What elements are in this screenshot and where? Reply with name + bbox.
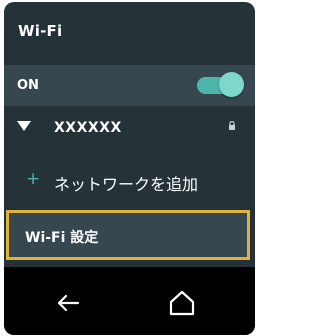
wifi-settings-screen: Wi-Fi ON XXXXXX + ネットワークを追加 Wi-Fi 設定: [4, 2, 255, 335]
add-network-button[interactable]: + ネットワークを追加: [4, 160, 255, 200]
wifi-toggle-switch[interactable]: [197, 71, 244, 99]
add-network-label: ネットワークを追加: [54, 175, 199, 194]
wifi-settings-label: Wi-Fi 設定: [25, 230, 99, 246]
screen: Wi-Fi ON XXXXXX + ネットワークを追加 Wi-Fi 設定: [0, 0, 259, 336]
page-title: Wi-Fi: [18, 22, 63, 40]
toggle-thumb: [219, 72, 244, 97]
add-icon: +: [26, 169, 41, 189]
wifi-toggle-bar[interactable]: ON: [4, 65, 255, 106]
navigation-bar: [4, 267, 255, 335]
network-list-item[interactable]: XXXXXX: [4, 111, 255, 145]
wifi-signal-icon: [17, 121, 31, 131]
lock-icon: [229, 121, 235, 130]
wifi-settings-button[interactable]: Wi-Fi 設定: [6, 210, 250, 260]
back-arrow-icon[interactable]: [50, 285, 86, 321]
network-name: XXXXXX: [54, 120, 122, 136]
wifi-toggle-label: ON: [17, 78, 39, 93]
home-icon[interactable]: [164, 285, 200, 321]
